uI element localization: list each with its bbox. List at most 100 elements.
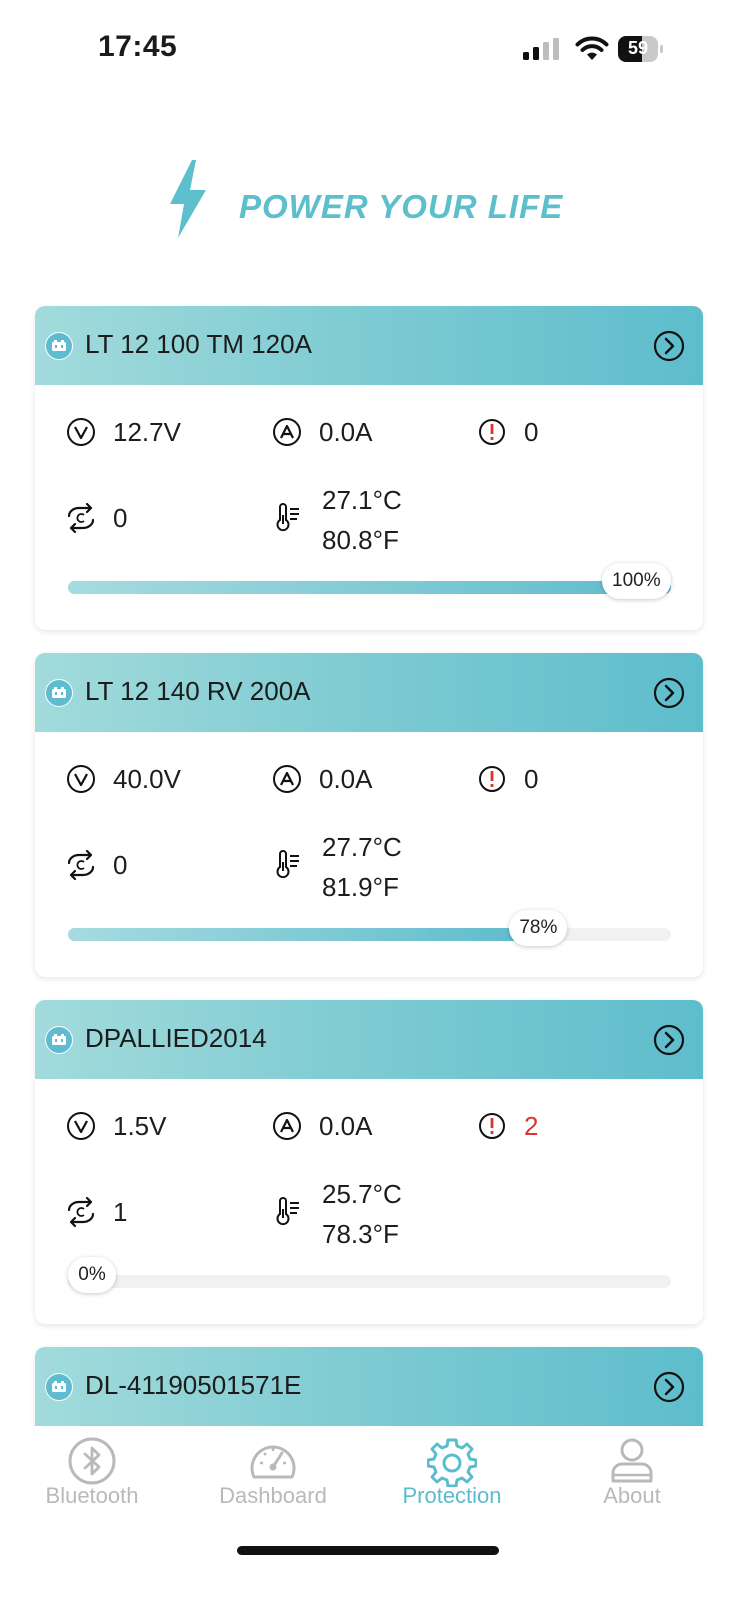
battery-device-icon	[45, 1026, 73, 1054]
user-icon	[611, 1438, 653, 1483]
current-stat: 0.0A	[271, 1110, 373, 1142]
cell-signal-icon	[523, 38, 559, 60]
alarm-count: 0	[524, 416, 539, 447]
current-stat: 0.0A	[271, 416, 373, 448]
alert-icon	[476, 416, 508, 448]
device-card-header[interactable]: LT 12 100 TM 120A	[35, 306, 703, 385]
gear-icon	[427, 1438, 477, 1487]
cycle-stat: 0	[65, 849, 127, 881]
current-value: 0.0A	[319, 763, 373, 794]
device-name: LT 12 140 RV 200A	[85, 676, 311, 706]
temp-fahrenheit: 78.3°F	[322, 1219, 399, 1249]
cycle-count: 1	[113, 1196, 128, 1227]
device-name: DPALLIED2014	[85, 1023, 267, 1053]
home-indicator[interactable]	[237, 1546, 499, 1555]
device-card-header[interactable]: DPALLIED2014	[35, 1000, 703, 1079]
temp-celsius: 25.7°C	[322, 1179, 402, 1209]
soc-badge: 0%	[68, 1257, 116, 1293]
tab-protection[interactable]: Protection	[360, 1427, 544, 1537]
current-icon	[271, 416, 303, 448]
alarm-count: 0	[524, 763, 539, 794]
tab-dashboard[interactable]: Dashboard	[181, 1427, 365, 1537]
device-card[interactable]: DL-41190501571E	[35, 1347, 703, 1427]
voltage-icon	[65, 1110, 97, 1142]
soc-progress-bar: 0%	[68, 1257, 671, 1293]
current-icon	[271, 763, 303, 795]
thermometer-icon	[271, 502, 303, 534]
logo-text: POWER YOUR LIFE	[239, 188, 564, 225]
alarm-stat: 0	[476, 416, 538, 448]
chevron-right-circle-icon[interactable]	[653, 677, 685, 709]
chevron-right-circle-icon[interactable]	[653, 330, 685, 362]
device-card[interactable]: LT 12 100 TM 120A 12.7V 0.0A 0 0 27.1°C …	[35, 306, 703, 630]
current-value: 0.0A	[319, 1110, 373, 1141]
chevron-right-circle-icon[interactable]	[653, 1024, 685, 1056]
bluetooth-icon	[68, 1437, 116, 1485]
temp-fahrenheit: 80.8°F	[322, 525, 399, 555]
voltage-value: 1.5V	[113, 1110, 167, 1141]
tab-bluetooth[interactable]: Bluetooth	[0, 1427, 184, 1537]
thermometer-icon	[271, 849, 303, 881]
voltage-value: 12.7V	[113, 416, 181, 447]
lightning-bolt-icon	[170, 160, 206, 238]
device-card[interactable]: LT 12 140 RV 200A 40.0V 0.0A 0 0 27.7°C …	[35, 653, 703, 977]
tab-label: About	[603, 1483, 661, 1508]
device-name: LT 12 100 TM 120A	[85, 329, 312, 359]
alarm-stat: 0	[476, 763, 538, 795]
temperature-values: 27.1°C 80.8°F	[322, 480, 402, 560]
tab-about[interactable]: About	[540, 1427, 724, 1537]
device-card-header[interactable]: LT 12 140 RV 200A	[35, 653, 703, 732]
speedometer-icon	[250, 1445, 296, 1479]
soc-progress-bar: 100%	[68, 563, 671, 599]
cycle-icon	[65, 502, 97, 534]
temperature-values: 25.7°C 78.3°F	[322, 1174, 402, 1254]
voltage-stat: 12.7V	[65, 416, 181, 448]
voltage-value: 40.0V	[113, 763, 181, 794]
chevron-right-circle-icon[interactable]	[653, 1371, 685, 1403]
current-stat: 0.0A	[271, 763, 373, 795]
cycle-icon	[65, 1196, 97, 1228]
soc-progress-fill	[68, 928, 539, 941]
tab-label: Dashboard	[219, 1483, 327, 1508]
voltage-icon	[65, 763, 97, 795]
soc-badge: 100%	[602, 563, 671, 599]
cycle-stat: 1	[65, 1196, 127, 1228]
temp-celsius: 27.7°C	[322, 832, 402, 862]
soc-progress-fill	[68, 581, 671, 594]
voltage-icon	[65, 416, 97, 448]
alarm-stat: 2	[476, 1110, 538, 1142]
alert-icon	[476, 763, 508, 795]
brand-logo: POWER YOUR LIFE	[166, 160, 586, 242]
battery-percent: 59	[627, 38, 649, 58]
cycle-icon	[65, 849, 97, 881]
wifi-icon	[575, 36, 609, 60]
device-card[interactable]: DPALLIED2014 1.5V 0.0A 2 1 25.7°C 78.3°F…	[35, 1000, 703, 1324]
current-icon	[271, 1110, 303, 1142]
battery-device-icon	[45, 1373, 73, 1401]
voltage-stat: 1.5V	[65, 1110, 167, 1142]
alarm-count: 2	[524, 1110, 539, 1141]
current-value: 0.0A	[319, 416, 373, 447]
device-card-header[interactable]: DL-41190501571E	[35, 1347, 703, 1426]
temperature-values: 27.7°C 81.9°F	[322, 827, 402, 907]
tab-bar: Bluetooth Dashboard Protection About	[0, 1427, 738, 1600]
battery-device-icon	[45, 679, 73, 707]
status-time: 17:45	[98, 30, 178, 63]
tab-label: Bluetooth	[45, 1483, 139, 1508]
tab-label: Protection	[402, 1483, 502, 1508]
soc-badge: 78%	[509, 910, 568, 946]
alert-icon	[476, 1110, 508, 1142]
device-list[interactable]: LT 12 100 TM 120A 12.7V 0.0A 0 0 27.1°C …	[0, 300, 738, 1427]
battery-icon: 59	[618, 36, 664, 62]
voltage-stat: 40.0V	[65, 763, 181, 795]
device-name: DL-41190501571E	[85, 1370, 302, 1400]
thermometer-icon	[271, 1196, 303, 1228]
soc-progress-bar: 78%	[68, 910, 671, 946]
cycle-count: 0	[113, 502, 128, 533]
cycle-stat: 0	[65, 502, 127, 534]
status-bar: 17:45 59	[0, 0, 738, 90]
cycle-count: 0	[113, 849, 128, 880]
temp-fahrenheit: 81.9°F	[322, 872, 399, 902]
battery-device-icon	[45, 332, 73, 360]
temp-celsius: 27.1°C	[322, 485, 402, 515]
